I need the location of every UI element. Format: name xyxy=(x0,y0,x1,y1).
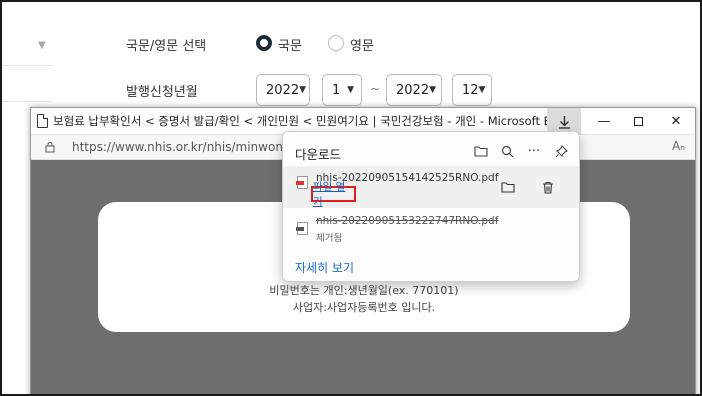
to-month-select[interactable]: 12 ▼ xyxy=(452,74,492,106)
chevron-down-icon: ▼ xyxy=(38,40,46,51)
pdf-file-icon xyxy=(296,176,308,189)
read-aloud-icon[interactable]: Aₙ xyxy=(672,139,685,153)
minimize-icon: — xyxy=(597,114,611,129)
chevron-down-icon: ▼ xyxy=(429,85,437,95)
close-button[interactable]: ✕ xyxy=(659,108,693,135)
range-separator: ~ xyxy=(370,82,381,96)
chevron-down-icon: ▼ xyxy=(478,85,486,95)
pin-icon xyxy=(555,144,568,157)
chevron-down-icon: ▼ xyxy=(347,85,354,95)
folder-icon xyxy=(474,146,488,157)
downloads-flyout: 다운로드 ··· nhis-20220905154142525RNO.pdf 파… xyxy=(282,131,580,282)
document-icon xyxy=(37,114,48,128)
chevron-down-icon: ▼ xyxy=(299,85,307,95)
folder-icon xyxy=(501,182,515,193)
search-icon xyxy=(501,145,513,157)
delete-download-button[interactable] xyxy=(537,176,559,198)
download-status-removed: 제거됨 xyxy=(316,233,343,244)
from-year-value: 2022 xyxy=(266,82,300,98)
more-icon: ··· xyxy=(527,143,541,159)
radio-korean[interactable] xyxy=(256,35,272,51)
search-downloads-button[interactable] xyxy=(497,141,517,161)
window-title: 보험료 납부확인서 < 증명서 발급/확인 < 개인민원 < 민원여기요 | 국… xyxy=(53,114,573,128)
language-select-label: 국문/영문 선택 xyxy=(126,39,207,54)
minimize-button[interactable]: — xyxy=(587,108,621,135)
pdf-file-icon xyxy=(296,222,308,235)
pin-button[interactable] xyxy=(551,141,571,161)
download-item[interactable]: nhis-20220905154142525RNO.pdf 파일 열기 xyxy=(283,166,579,208)
screenshot-frame: ▼ 국문/영문 선택 국문 영문 발행신청년월 2022 ▼ 1 ▼ ~ 2022 ▼… xyxy=(0,0,702,396)
download-filename-removed: nhis-20220905153222747RNO.pdf xyxy=(316,215,499,227)
maximize-button[interactable] xyxy=(621,108,655,135)
download-icon xyxy=(558,115,570,129)
more-options-button[interactable]: ··· xyxy=(524,141,544,161)
lock-icon xyxy=(45,142,55,153)
left-nav-row[interactable]: ▼ xyxy=(2,2,52,66)
to-year-select[interactable]: 2022 ▼ xyxy=(386,74,442,106)
password-hint-line-2: 사업자:사업자등록번호 입니다. xyxy=(292,301,436,314)
show-in-folder-button[interactable] xyxy=(497,176,519,198)
issue-period-label: 발행신청년월 xyxy=(126,85,198,100)
downloads-title: 다운로드 xyxy=(295,147,342,162)
see-more-link[interactable]: 자세히 보기 xyxy=(295,259,354,276)
to-year-value: 2022 xyxy=(396,82,430,98)
from-month-select[interactable]: 1 ▼ xyxy=(322,74,362,106)
url-text[interactable]: https://www.nhis.or.kr/nhis/minwon/jpAe xyxy=(72,140,313,154)
close-icon: ✕ xyxy=(670,114,682,129)
maximize-icon xyxy=(633,117,643,126)
left-nav-row[interactable] xyxy=(2,66,52,102)
open-file-link[interactable]: 파일 열기 xyxy=(311,181,356,208)
to-month-value: 12 xyxy=(462,82,479,98)
from-month-value: 1 xyxy=(332,82,341,98)
radio-korean-label: 국문 xyxy=(278,39,302,54)
password-hint-line-1: 비밀번호는 개인:생년월일(ex. 770101) xyxy=(269,284,459,297)
radio-english-label: 영문 xyxy=(350,39,374,54)
from-year-select[interactable]: 2022 ▼ xyxy=(256,74,310,106)
radio-english[interactable] xyxy=(328,35,344,51)
trash-icon xyxy=(543,181,553,194)
open-folder-button[interactable] xyxy=(471,141,491,161)
